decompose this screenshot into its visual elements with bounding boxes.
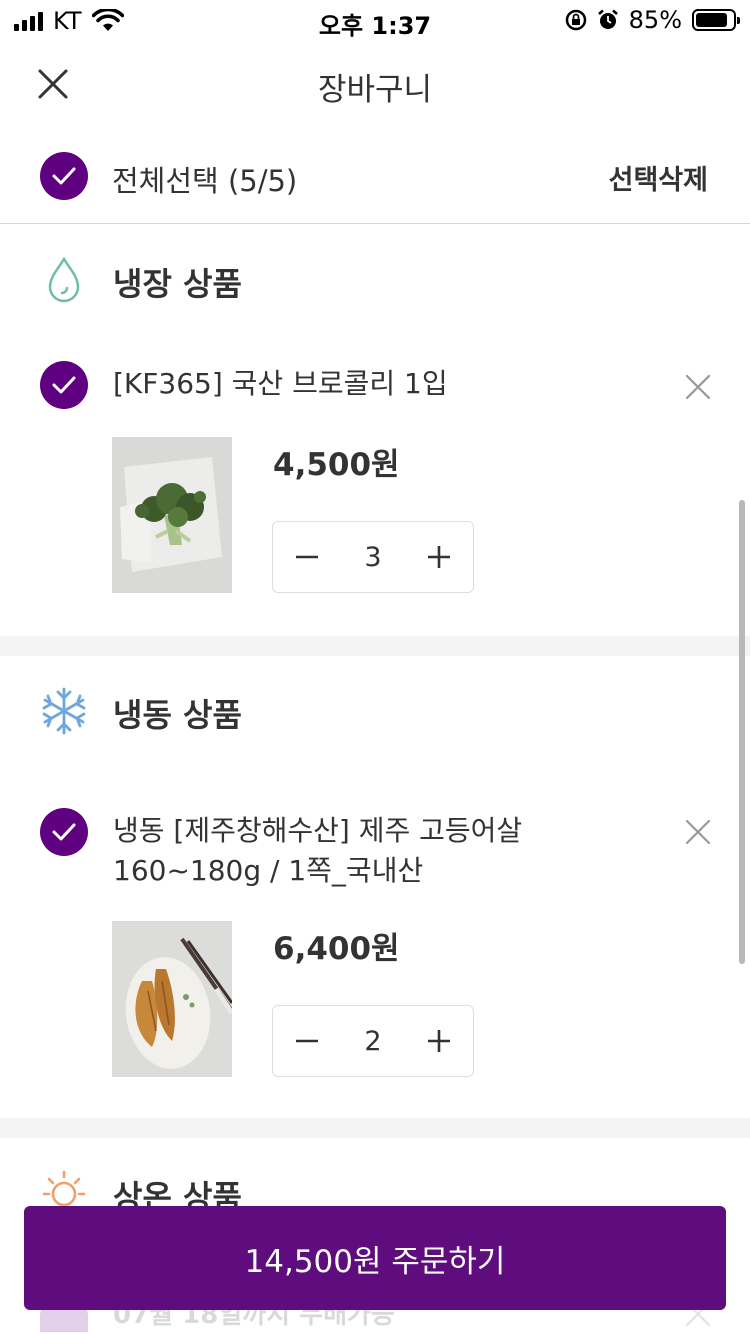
item-remove-button-mackerel[interactable] — [682, 816, 714, 848]
check-icon — [52, 376, 76, 394]
snowflake-icon — [42, 687, 86, 735]
delete-selected-button[interactable]: 선택삭제 — [609, 158, 708, 197]
close-icon — [685, 819, 711, 845]
status-bar: KT 오후 1:37 85% — [0, 0, 750, 40]
section-divider — [0, 636, 750, 656]
order-button[interactable]: 14,500원 주문하기 — [24, 1206, 726, 1310]
plus-icon — [428, 1030, 450, 1052]
section-chilled: 냉장 상품 [KF365] 국산 브로콜리 1입 4,500원 3 — [0, 225, 750, 635]
plus-icon — [428, 546, 450, 568]
close-icon — [685, 374, 711, 400]
quantity-stepper-broccoli: 3 — [272, 521, 474, 593]
item-checkbox-broccoli[interactable] — [40, 361, 88, 409]
page-title: 장바구니 — [317, 72, 433, 108]
decrease-button[interactable] — [273, 1006, 341, 1076]
item-checkbox-mackerel[interactable] — [40, 808, 88, 856]
minus-icon — [296, 1039, 318, 1043]
minus-icon — [296, 555, 318, 559]
section-header-frozen: 냉동 상품 — [0, 656, 750, 766]
broccoli-image — [112, 437, 232, 593]
select-all-checkbox[interactable] — [40, 152, 88, 200]
item-name-broccoli[interactable]: [KF365] 국산 브로콜리 1입 — [113, 364, 633, 404]
battery-icon — [692, 9, 740, 31]
battery-fill — [696, 13, 727, 27]
battery-percent: 85% — [628, 6, 682, 34]
orientation-lock-icon — [565, 9, 586, 31]
quantity-value: 3 — [364, 541, 382, 573]
increase-button[interactable] — [405, 522, 473, 592]
select-all-bar: 전체선택 (5/5) 선택삭제 — [0, 130, 750, 224]
status-right: 85% — [565, 6, 740, 34]
item-price-broccoli: 4,500원 — [273, 447, 400, 483]
water-drop-icon — [48, 256, 80, 303]
increase-button[interactable] — [405, 1006, 473, 1076]
header: 장바구니 — [0, 40, 750, 130]
item-price-mackerel: 6,400원 — [273, 931, 400, 967]
quantity-stepper-mackerel: 2 — [272, 1005, 474, 1077]
alarm-icon — [597, 9, 618, 29]
scrollbar[interactable] — [739, 500, 745, 964]
check-icon — [52, 167, 76, 185]
section-title-frozen: 냉동 상품 — [113, 696, 242, 734]
check-icon — [52, 823, 76, 841]
quantity-value: 2 — [364, 1025, 382, 1057]
product-image-broccoli[interactable] — [112, 437, 232, 593]
select-all-label[interactable]: 전체선택 (5/5) — [112, 158, 297, 200]
item-remove-button-broccoli[interactable] — [682, 371, 714, 403]
decrease-button[interactable] — [273, 522, 341, 592]
section-divider — [0, 1118, 750, 1138]
section-frozen: 냉동 상품 냉동 [제주창해수산] 제주 고등어살 160~180g / 1쪽_… — [0, 656, 750, 1118]
product-image-mackerel[interactable] — [112, 921, 232, 1077]
section-header-chilled: 냉장 상품 — [0, 225, 750, 335]
section-title-chilled: 냉장 상품 — [113, 265, 242, 303]
item-name-mackerel[interactable]: 냉동 [제주창해수산] 제주 고등어살 160~180g / 1쪽_국내산 — [113, 811, 583, 891]
mackerel-image — [112, 921, 232, 1077]
